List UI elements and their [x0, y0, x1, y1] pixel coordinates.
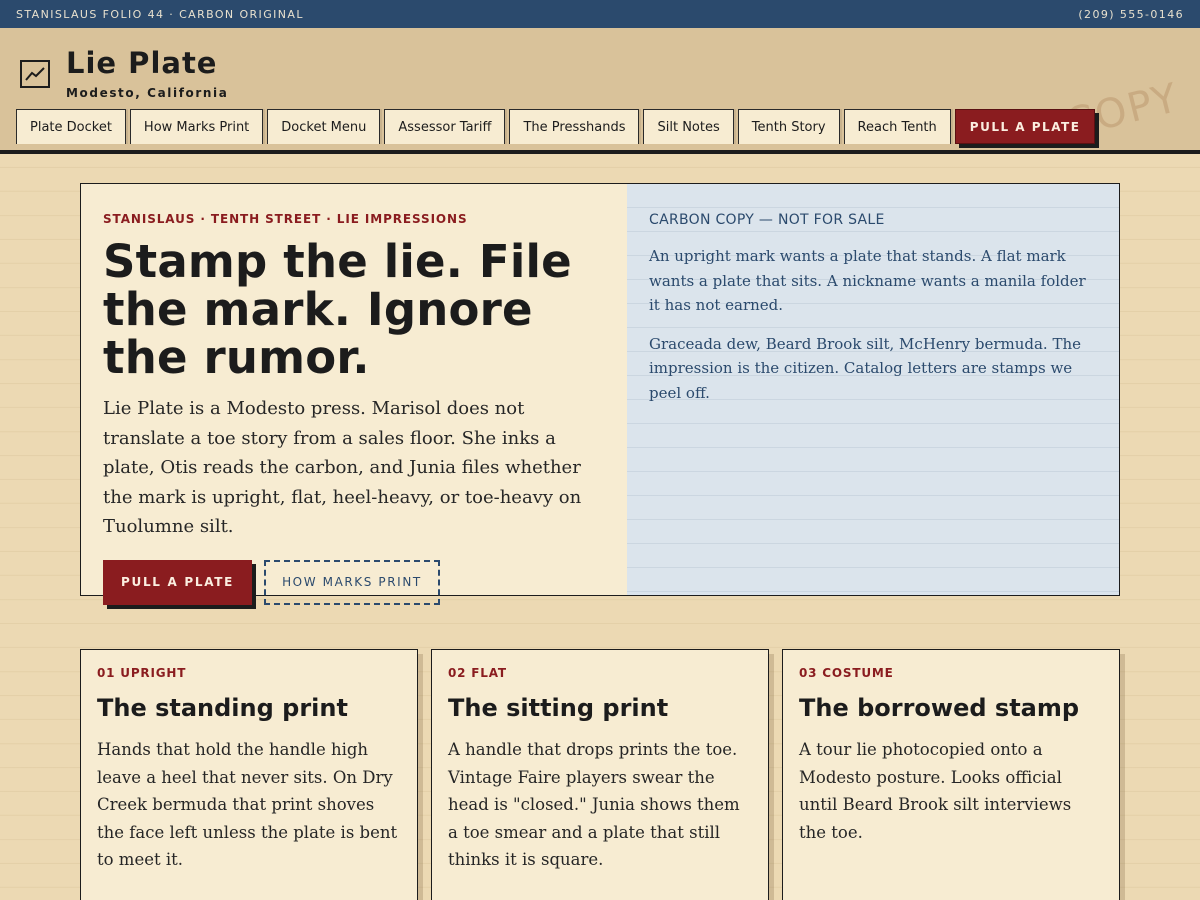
phone-number[interactable]: (209) 555-0146 — [1078, 8, 1184, 21]
card-number: 01 UPRIGHT — [97, 666, 187, 680]
carbon-paragraph: Graceada dew, Beard Brook silt, McHenry … — [649, 334, 1082, 402]
hero-panel: STANISLAUS · TENTH STREET · LIE IMPRESSI… — [80, 183, 1120, 605]
card-title: The borrowed stamp — [799, 694, 1080, 722]
nav-tab-plate-docket[interactable]: Plate Docket — [16, 109, 126, 144]
card-title: The sitting print — [448, 694, 669, 722]
hero-headline: Stamp the lie. File the mark. Ignore the… — [103, 235, 572, 384]
hero-lede: Lie Plate is a Modesto press. Marisol do… — [103, 398, 582, 537]
nav-tab-how-marks-print[interactable]: How Marks Print — [129, 109, 264, 144]
chart-line-icon — [20, 60, 50, 88]
hero-main: STANISLAUS · TENTH STREET · LIE IMPRESSI… — [81, 184, 627, 605]
nav-tab-silt-notes[interactable]: Silt Notes — [643, 109, 734, 144]
card-flat: 02 FLAT The sitting print A handle that … — [431, 649, 769, 900]
card-body: Hands that hold the handle high leave a … — [97, 740, 398, 869]
folio-label: STANISLAUS FOLIO 44 · CARBON ORIGINAL — [16, 7, 304, 21]
carbon-copy-panel: CARBON COPY — NOT FOR SALE An upright ma… — [627, 184, 1119, 595]
card-body: A handle that drops prints the toe. Vint… — [448, 740, 740, 869]
carbon-paragraph: An upright mark wants a plate that stand… — [649, 247, 1086, 314]
nav-tab-reach-tenth[interactable]: Reach Tenth — [843, 109, 951, 144]
masthead: Lie Plate Modesto, California COPY Plate… — [0, 28, 1200, 154]
card-title: The standing print — [97, 694, 348, 722]
nav-tab-assessor-tariff[interactable]: Assessor Tariff — [384, 109, 506, 144]
main-nav: Plate Docket How Marks Print Docket Menu… — [16, 109, 1096, 144]
how-marks-print-button[interactable]: HOW MARKS PRINT — [264, 559, 440, 605]
card-upright: 01 UPRIGHT The standing print Hands that… — [80, 649, 418, 900]
card-number: 03 COSTUME — [799, 666, 894, 680]
top-bar: STANISLAUS FOLIO 44 · CARBON ORIGINAL (2… — [0, 0, 1200, 28]
pull-a-plate-button[interactable]: PULL A PLATE — [103, 559, 253, 605]
card-number: 02 FLAT — [448, 666, 507, 680]
brand[interactable]: Lie Plate Modesto, California — [20, 46, 229, 100]
card-costume: 03 COSTUME The borrowed stamp A tour lie… — [782, 649, 1120, 900]
nav-tab-docket-menu[interactable]: Docket Menu — [267, 109, 381, 144]
hero-kicker: STANISLAUS · TENTH STREET · LIE IMPRESSI… — [103, 212, 468, 226]
card-body: A tour lie photocopied onto a Modesto po… — [799, 740, 1072, 842]
carbon-copy-label: CARBON COPY — NOT FOR SALE — [649, 212, 885, 228]
brand-subtitle: Modesto, California — [66, 85, 229, 100]
nav-tab-tenth-story[interactable]: Tenth Story — [737, 109, 840, 144]
hero-actions: PULL A PLATE HOW MARKS PRINT — [103, 559, 605, 605]
nav-tab-the-presshands[interactable]: The Presshands — [509, 109, 640, 144]
mark-cards: 01 UPRIGHT The standing print Hands that… — [80, 649, 1120, 900]
nav-pull-a-plate-button[interactable]: PULL A PLATE — [954, 109, 1096, 144]
brand-title: Lie Plate — [66, 46, 218, 80]
